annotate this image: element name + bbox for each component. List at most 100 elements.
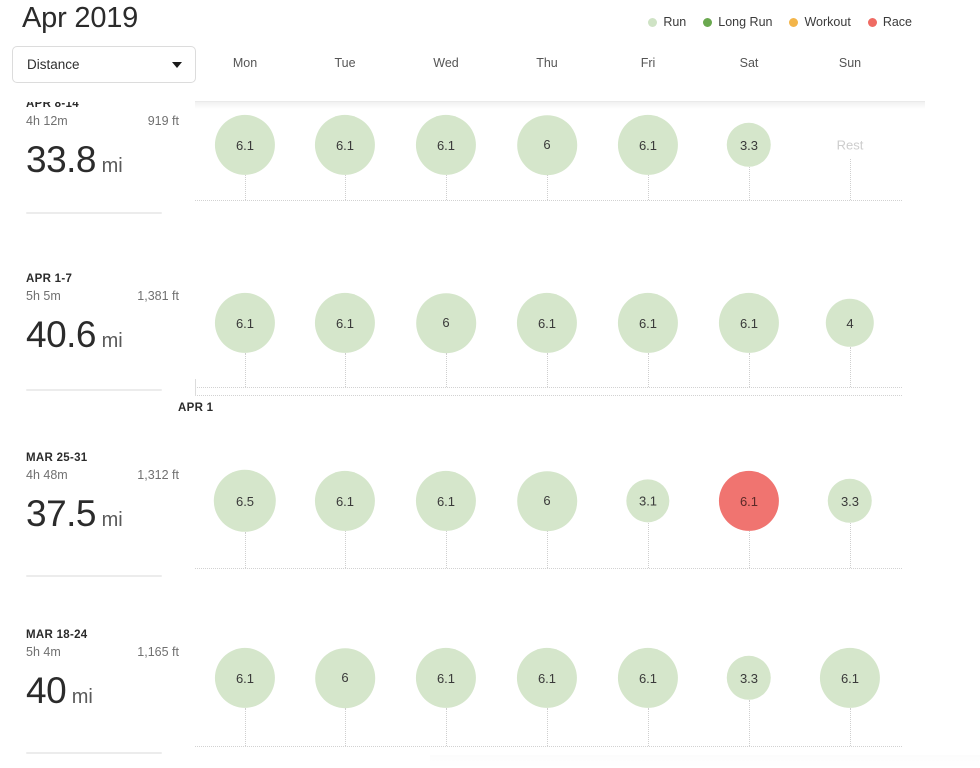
activity-stem — [850, 523, 851, 568]
activity-bubble-run[interactable]: 6.1 — [214, 114, 276, 176]
week-elevation: 1,312 ft — [137, 468, 179, 482]
week-total-value: 33.8 — [26, 139, 97, 180]
week-summary-divider — [26, 212, 162, 214]
activity-stem — [345, 353, 346, 387]
activity-bubble-run[interactable]: 6.1 — [516, 292, 578, 354]
week-moving-time: 4h 48m — [26, 468, 68, 482]
activity-bubble-run[interactable]: 6.1 — [314, 114, 376, 176]
day-header-tue: Tue — [334, 56, 356, 70]
activity-bubble-run[interactable]: 6.1 — [718, 292, 780, 354]
chart-baseline — [195, 746, 902, 747]
header-shadow — [195, 102, 925, 109]
activity-bubble-run[interactable]: 3.3 — [827, 478, 873, 524]
activity-stem — [245, 353, 246, 387]
week-elevation: 919 ft — [147, 114, 179, 128]
activity-stem — [850, 159, 851, 200]
activity-bubble-run[interactable]: 6.1 — [415, 470, 477, 532]
distance-unit: mi — [96, 509, 123, 531]
activity-bubble-run[interactable]: 6 — [517, 471, 577, 531]
page-header: Apr 2019 Run Long Run Workout Race Distance… — [0, 0, 980, 102]
day-header-wed: Wed — [433, 56, 459, 70]
week-summary: MAR 18-24 5h 4m 1,165 ft 40 mi — [26, 629, 179, 713]
legend-label: Run — [663, 15, 687, 29]
week-list: APR 8-14 4h 12m 919 ft 33.8 mi 6.1 6.1 6.1 6 6.1… — [0, 0, 980, 768]
legend-label: Workout — [804, 15, 851, 29]
activity-stem — [446, 531, 447, 568]
activity-bubble-run[interactable]: 6.1 — [415, 647, 477, 709]
page-title: Apr 2019 — [22, 2, 139, 34]
activity-stem — [749, 353, 750, 387]
activity-bubble-run[interactable]: 3.3 — [726, 122, 772, 168]
activity-bubble-run[interactable]: 6.1 — [617, 114, 679, 176]
week-total-value: 40 — [26, 670, 67, 711]
header-divider — [195, 101, 925, 102]
activity-stem — [345, 531, 346, 568]
week-substats: 4h 12m 919 ft — [26, 114, 179, 132]
activity-stem — [749, 531, 750, 568]
legend-item-long-run: Long Run — [703, 15, 772, 29]
distance-unit: mi — [96, 330, 123, 352]
chart-baseline — [195, 200, 902, 201]
week-elevation: 1,381 ft — [137, 289, 179, 303]
week-total-distance: 33.8 mi — [26, 139, 166, 182]
activity-bubble-run[interactable]: 6.1 — [314, 292, 376, 354]
activity-stem — [648, 708, 649, 746]
activity-bubble-run[interactable]: 6 — [315, 648, 375, 708]
day-header-fri: Fri — [640, 56, 656, 70]
activity-stem — [245, 175, 246, 200]
chart-baseline — [195, 387, 902, 388]
week-substats: 5h 5m 1,381 ft — [26, 289, 179, 307]
day-header-mon: Mon — [232, 56, 258, 70]
week-summary: MAR 25-31 4h 48m 1,312 ft 37.5 mi — [26, 452, 179, 536]
legend-item-race: Race — [867, 15, 912, 29]
week-range-label: MAR 18-24 — [26, 629, 88, 641]
activity-bubble-run[interactable]: 6 — [517, 115, 577, 175]
activity-stem — [446, 175, 447, 200]
activity-stem — [850, 708, 851, 746]
week-total-distance: 40 mi — [26, 670, 166, 713]
legend-item-run: Run — [648, 15, 686, 29]
activity-stem — [749, 700, 750, 746]
week-substats: 4h 48m 1,312 ft — [26, 468, 179, 486]
activity-bubble-run[interactable]: 6.1 — [617, 647, 679, 709]
week-summary: APR 8-14 4h 12m 919 ft 33.8 mi — [26, 98, 179, 182]
legend-label: Race — [882, 15, 912, 29]
activity-bubble-run[interactable]: 6.1 — [516, 647, 578, 709]
legend-item-workout: Workout — [789, 15, 851, 29]
rest-day-label: Rest — [836, 137, 864, 153]
week-substats: 5h 4m 1,165 ft — [26, 645, 179, 663]
day-header-sun: Sun — [838, 56, 862, 70]
activity-stem — [749, 167, 750, 200]
legend-dot-icon — [867, 17, 877, 27]
week-range-label: APR 1-7 — [26, 273, 73, 285]
week-total-value: 40.6 — [26, 314, 97, 355]
activity-bubble-run[interactable]: 6.1 — [617, 292, 679, 354]
week-summary-divider — [26, 575, 162, 577]
activity-bubble-run[interactable]: 6.1 — [819, 647, 881, 709]
activity-stem — [446, 352, 447, 387]
activity-bubble-run[interactable]: 6.1 — [214, 292, 276, 354]
day-header-sat: Sat — [739, 56, 759, 70]
legend-label: Long Run — [718, 15, 773, 29]
activity-bubble-run[interactable]: 6.1 — [214, 647, 276, 709]
activity-bubble-run[interactable]: 6.1 — [415, 114, 477, 176]
activity-bubble-run[interactable]: 6.5 — [213, 469, 277, 533]
activity-bubble-race[interactable]: 6.1 — [718, 470, 780, 532]
activity-stem — [648, 175, 649, 200]
week-summary-divider — [26, 752, 162, 754]
activity-bubble-run[interactable]: 6 — [416, 293, 476, 353]
metric-select[interactable]: Distance — [12, 46, 196, 83]
activity-bubble-run[interactable]: 6.1 — [314, 470, 376, 532]
activity-stem — [547, 174, 548, 200]
activity-bubble-run[interactable]: 3.3 — [726, 655, 772, 701]
week-elevation: 1,165 ft — [137, 645, 179, 659]
activity-bubble-run[interactable]: 3.1 — [626, 479, 670, 523]
activity-stem — [850, 347, 851, 387]
activity-stem — [345, 707, 346, 746]
month-divider-label: APR 1 — [178, 402, 214, 414]
activity-stem — [345, 175, 346, 200]
activity-bubble-run[interactable]: 4 — [825, 298, 875, 348]
legend-dot-icon — [703, 17, 713, 27]
month-divider-line — [195, 395, 902, 396]
week-moving-time: 5h 4m — [26, 645, 61, 659]
